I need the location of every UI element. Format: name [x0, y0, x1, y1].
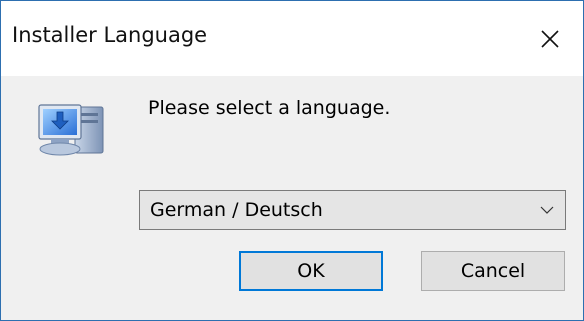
language-select[interactable]: German / Deutsch — [139, 190, 566, 230]
language-select-value: German / Deutsch — [150, 199, 323, 221]
chevron-down-icon — [540, 206, 554, 214]
window-title: Installer Language — [12, 23, 208, 47]
installer-computer-icon — [38, 104, 104, 156]
title-bar: Installer Language — [1, 1, 583, 76]
ok-button[interactable]: OK — [239, 251, 383, 291]
close-button[interactable] — [517, 1, 583, 76]
select-language-prompt: Please select a language. — [148, 97, 391, 119]
dialog-body: Please select a language. German / Deuts… — [1, 76, 583, 320]
close-icon — [541, 29, 559, 48]
installer-language-dialog: Installer Language Please select a langu… — [0, 0, 584, 321]
dropdown-arrow[interactable] — [529, 191, 565, 229]
cancel-button[interactable]: Cancel — [421, 251, 565, 291]
